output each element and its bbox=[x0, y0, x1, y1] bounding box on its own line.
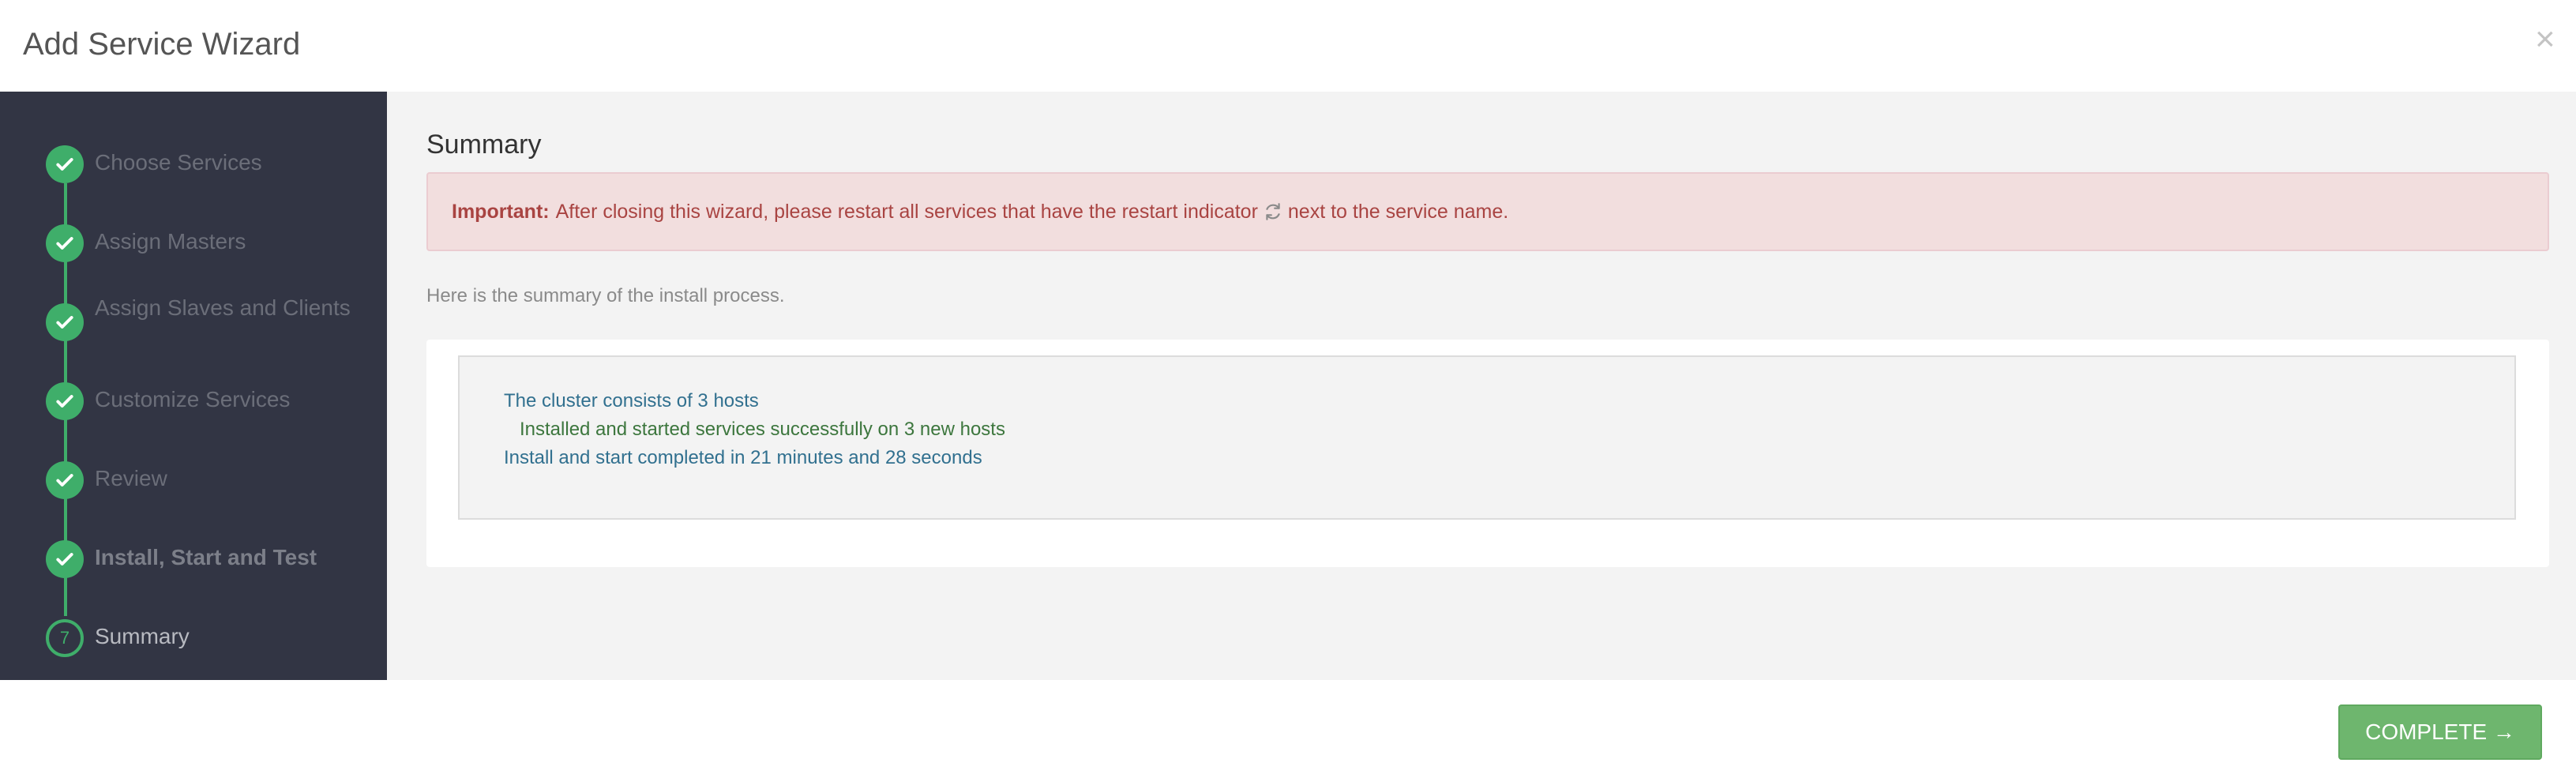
wizard-step-customize-services[interactable]: Customize Services bbox=[46, 382, 377, 422]
step-label: Assign Masters bbox=[95, 229, 246, 254]
modal-footer: COMPLETE → bbox=[0, 680, 2576, 774]
close-icon[interactable]: × bbox=[2535, 22, 2555, 57]
wizard-step-choose-services[interactable]: Choose Services bbox=[46, 145, 377, 185]
step-label: Choose Services bbox=[95, 150, 262, 175]
step-label: Customize Services bbox=[95, 387, 291, 411]
wizard-step-install-start-test[interactable]: Install, Start and Test bbox=[46, 540, 377, 580]
wizard-step-summary[interactable]: 7 Summary bbox=[46, 619, 377, 659]
check-icon bbox=[46, 382, 84, 420]
wizard-sidebar: Choose Services Assign Masters Assign Sl… bbox=[0, 92, 387, 680]
wizard-content: Summary Important: After closing this wi… bbox=[387, 92, 2576, 680]
refresh-icon bbox=[1263, 201, 1283, 222]
step-label: Summary bbox=[95, 624, 190, 648]
step-label: Review bbox=[95, 466, 167, 490]
wizard-step-assign-slaves-clients[interactable]: Assign Slaves and Clients bbox=[46, 297, 377, 343]
modal-title: Add Service Wizard bbox=[23, 27, 301, 62]
step-number-badge: 7 bbox=[46, 619, 84, 657]
alert-text-end: next to the service name. bbox=[1287, 200, 1509, 223]
summary-line-installed: Installed and started services successfu… bbox=[520, 419, 1005, 440]
step-label: Assign Slaves and Clients bbox=[95, 295, 351, 320]
wizard-step-review[interactable]: Review bbox=[46, 461, 377, 501]
check-icon bbox=[46, 461, 84, 499]
complete-button[interactable]: COMPLETE → bbox=[2338, 704, 2542, 760]
restart-alert: Important: After closing this wizard, pl… bbox=[426, 172, 2549, 251]
alert-strong: Important: bbox=[452, 200, 550, 223]
summary-line-duration: Install and start completed in 21 minute… bbox=[504, 447, 982, 468]
check-icon bbox=[46, 224, 84, 262]
page-title: Summary bbox=[426, 130, 542, 160]
alert-text: After closing this wizard, please restar… bbox=[555, 200, 1258, 223]
wizard-step-assign-masters[interactable]: Assign Masters bbox=[46, 224, 377, 264]
summary-line-hosts: The cluster consists of 3 hosts bbox=[504, 390, 759, 411]
summary-intro: Here is the summary of the install proce… bbox=[426, 285, 785, 306]
step-label: Install, Start and Test bbox=[95, 545, 317, 569]
summary-panel: The cluster consists of 3 hosts Installe… bbox=[426, 340, 2549, 567]
modal-header: Add Service Wizard × bbox=[0, 0, 2576, 92]
check-icon bbox=[46, 540, 84, 578]
check-icon bbox=[46, 303, 84, 341]
summary-box: The cluster consists of 3 hosts Installe… bbox=[458, 355, 2516, 520]
check-icon bbox=[46, 145, 84, 183]
